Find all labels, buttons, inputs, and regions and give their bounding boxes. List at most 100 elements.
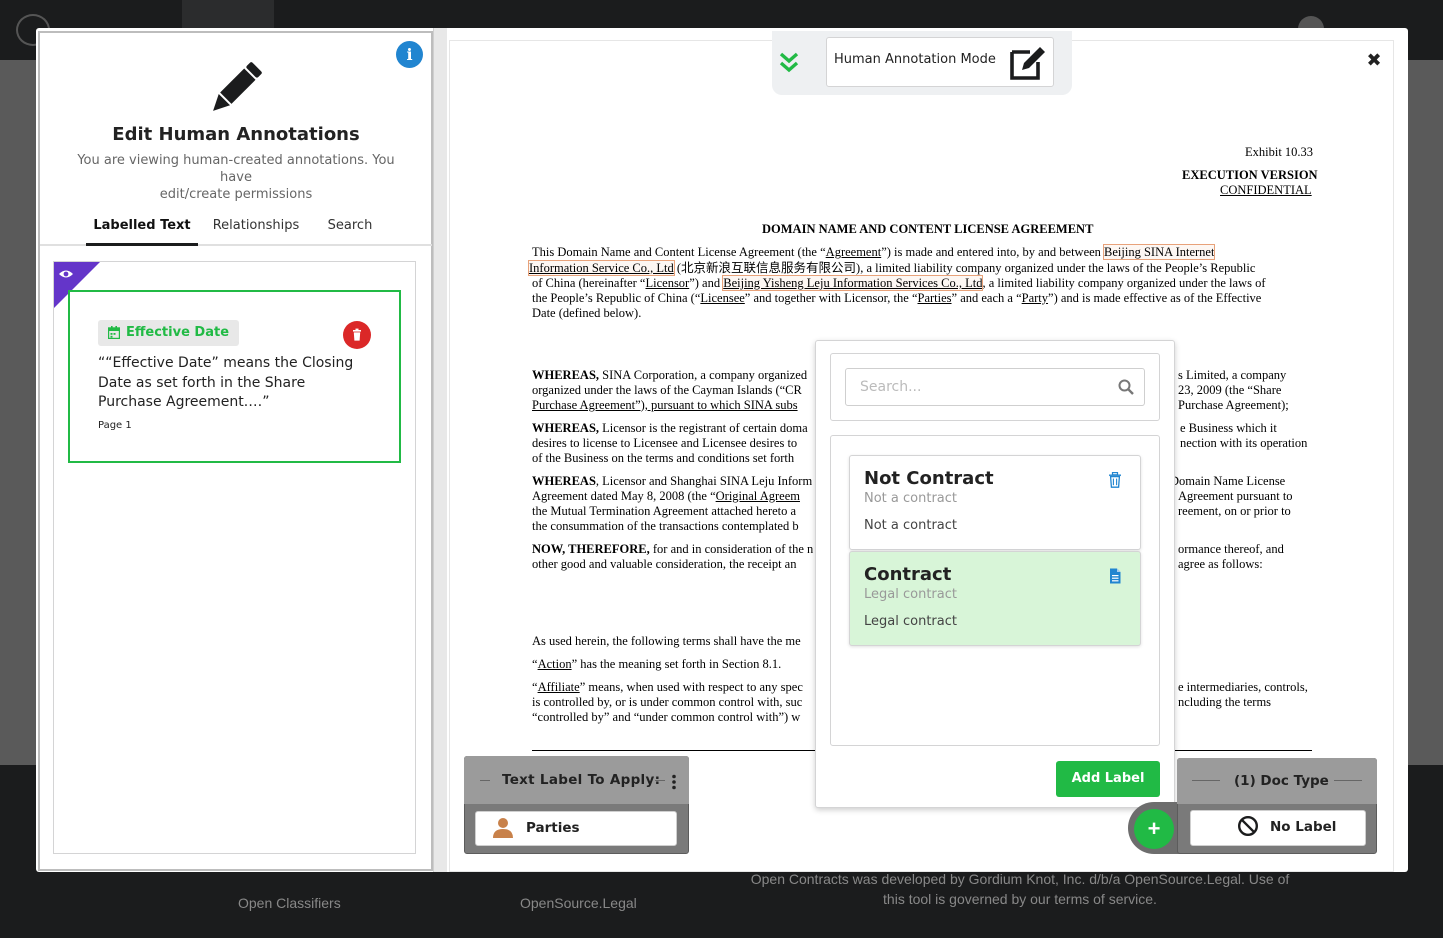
label-meta: Legal contract — [864, 587, 957, 602]
doc-text: ”) and is made effective as of the Effec… — [1048, 291, 1262, 305]
doc-text: for and in consideration of the n — [649, 542, 814, 556]
panel-subtitle-line: edit/create permissions — [159, 187, 313, 202]
annotation-text: ““Effective Date” means the Closing Date… — [98, 355, 354, 410]
trash-icon[interactable] — [1108, 472, 1122, 488]
doc-annotated-span[interactable]: Beijing SINA Internet — [1103, 244, 1216, 260]
panel-title: Edit Human Annotations — [112, 124, 360, 145]
doc-text-line: WHEREAS, Licensor and Shanghai SINA Leju… — [532, 474, 812, 489]
panel-tabs: Labelled Text Relationships Search — [40, 210, 432, 246]
label-title: Not Contract — [864, 468, 994, 489]
label-search-input[interactable] — [845, 368, 1145, 406]
more-options-icon[interactable] — [672, 774, 676, 790]
doc-text-line: Agreement pursuant to — [1178, 489, 1293, 503]
doc-text: Licensor is the registrant of certain do… — [599, 421, 808, 435]
double-chevron-down-icon[interactable] — [778, 50, 800, 74]
footer-link-classifiers: Open Classifiers — [238, 895, 341, 911]
doc-text-line: organized under the laws of the Cayman I… — [532, 383, 802, 397]
doc-text: (北京新浪互联信息服务有限公司), a limited liability co… — [673, 261, 1256, 275]
doc-defined-term: Party — [1021, 291, 1049, 305]
trash-icon — [353, 328, 361, 341]
doc-text: ”) is made and entered into, by and betw… — [881, 245, 1105, 259]
header-rule — [655, 780, 665, 781]
doc-text: This Domain Name and Content License Agr… — [532, 245, 826, 259]
close-icon[interactable]: ✖ — [1364, 50, 1384, 70]
header-rule — [1192, 780, 1220, 781]
footer-link-opensource: OpenSource.Legal — [520, 895, 637, 911]
selected-doc-type-name: No Label — [1270, 819, 1337, 835]
doc-text: WHEREAS, — [532, 421, 600, 435]
doc-text-line: e Business which it — [1180, 421, 1277, 435]
doc-text: , Licensor and Shanghai SINA Leju Inform — [595, 474, 813, 488]
doc-text-line: ncluding the terms — [1178, 695, 1272, 709]
add-label-button[interactable]: Add Label — [1056, 761, 1160, 797]
doc-annotated-span[interactable]: Information Service Co., Ltd — [528, 260, 675, 276]
info-circle-icon[interactable]: i — [396, 41, 423, 68]
label-description: Not a contract — [864, 518, 957, 533]
doc-defined-term: Licensee — [700, 291, 745, 305]
doc-text: of China (hereinafter “ — [532, 276, 646, 290]
doc-annotated-span[interactable]: Beijing Yisheng Leju Information Service… — [722, 275, 984, 291]
doc-text-line: Domain Name License — [1170, 474, 1286, 488]
doc-confidential: CONFIDENTIAL — [1220, 183, 1312, 197]
label-option-contract[interactable]: Contract Legal contract Legal contract — [849, 551, 1141, 646]
doc-text: ” and together with Licensor, the “ — [744, 291, 918, 305]
doc-text-line: 23, 2009 (the “Share — [1178, 383, 1282, 397]
edit-square-icon — [1010, 47, 1045, 80]
pencil-icon — [213, 62, 262, 111]
doc-text: Date (defined below). — [532, 306, 642, 320]
panel-divider[interactable] — [433, 28, 447, 872]
doc-text-line: other good and valuable consideration, t… — [532, 557, 797, 571]
tab-labelled-text[interactable]: Labelled Text — [86, 210, 198, 246]
tab-relationships[interactable]: Relationships — [206, 210, 306, 246]
doc-type-title: (1) Doc Type — [1234, 773, 1329, 789]
doc-text-line: the consummation of the transactions con… — [532, 519, 799, 533]
doc-defined-term: Action — [537, 657, 572, 671]
eye-icon[interactable] — [58, 268, 74, 280]
doc-text-line: e intermediaries, controls, — [1178, 680, 1308, 694]
doc-text: ” and each a “ — [951, 291, 1022, 305]
footer-notice-line: Open Contracts was developed by Gordium … — [750, 871, 1290, 887]
calendar-icon — [108, 326, 120, 339]
doc-text-line: nection with its operation — [1180, 436, 1308, 450]
doc-text: ” has the meaning set forth in Section 8… — [571, 657, 782, 671]
file-icon — [1110, 568, 1121, 584]
annotation-page: Page 1 — [98, 420, 132, 431]
doc-text-line: is controlled by, or is under common con… — [532, 695, 803, 709]
doc-text-line: ormance thereof, and — [1178, 542, 1284, 556]
doc-text: WHEREAS, — [532, 368, 600, 382]
label-description: Legal contract — [864, 614, 957, 629]
footer-notice: Open Contracts was developed by Gordium … — [740, 869, 1300, 909]
doc-text: SINA Corporation, a company organized — [599, 368, 808, 382]
delete-annotation-button[interactable] — [343, 321, 371, 349]
doc-text-line: desires to license to Licensee and Licen… — [532, 436, 798, 450]
doc-defined-term: Licensor — [645, 276, 690, 290]
panel-subtitle: You are viewing human-created annotation… — [62, 152, 410, 203]
doc-text-line: reement, on or prior to — [1178, 504, 1291, 518]
doc-text-line: Purchase Agreement”), pursuant to which … — [532, 398, 798, 412]
doc-text-line: Agreement dated May 8, 2008 (the “Origin… — [532, 489, 800, 504]
doc-text-line: As used herein, the following terms shal… — [532, 634, 801, 648]
search-icon — [1118, 379, 1134, 395]
doc-text: Agreement dated May 8, 2008 (the “ — [532, 489, 716, 503]
doc-text-line: WHEREAS, SINA Corporation, a company org… — [532, 368, 807, 383]
add-annotation-button[interactable]: + — [1134, 809, 1174, 849]
doc-text: NOW, THEREFORE, — [532, 542, 650, 556]
label-option-not-contract[interactable]: Not Contract Not a contract Not a contra… — [849, 455, 1141, 550]
doc-text-line: the People’s Republic of China (“License… — [532, 291, 1261, 306]
doc-execution-version: EXECUTION VERSION — [1182, 168, 1318, 182]
doc-text: ” means, when used with respect to any s… — [579, 680, 803, 694]
doc-text: , a limited liability company organized … — [982, 276, 1266, 290]
doc-text-line: WHEREAS, Licensor is the registrant of c… — [532, 421, 808, 436]
doc-defined-term: Agreement — [825, 245, 882, 259]
doc-text-line: “Affiliate” means, when used with respec… — [532, 680, 803, 695]
tab-search[interactable]: Search — [314, 210, 386, 246]
header-rule — [1334, 780, 1362, 781]
doc-exhibit: Exhibit 10.33 — [1245, 145, 1314, 159]
doc-text-line: Purchase Agreement); — [1178, 398, 1289, 412]
doc-text: WHEREAS — [532, 474, 596, 488]
doc-text: ”) and — [689, 276, 724, 290]
doc-text-line: of the Business on the terms and conditi… — [532, 451, 795, 465]
doc-text: the People’s Republic of China (“ — [532, 291, 701, 305]
doc-text-line: NOW, THEREFORE, for and in consideration… — [532, 542, 813, 557]
doc-text-line: This Domain Name and Content License Agr… — [532, 244, 1216, 260]
